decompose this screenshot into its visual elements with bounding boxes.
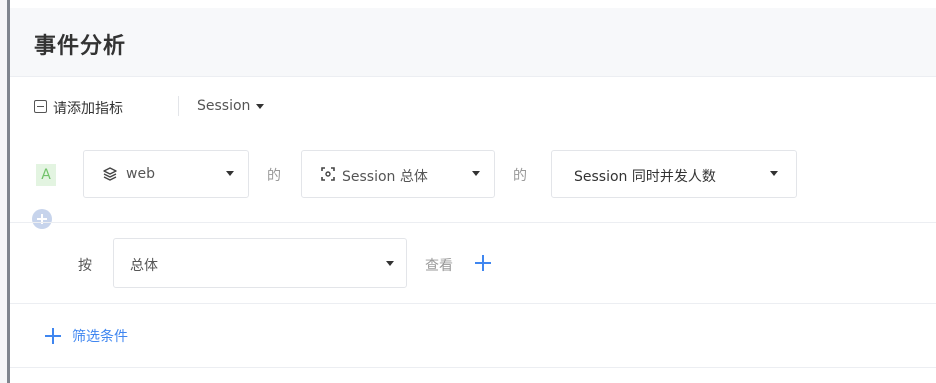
event-analysis-panel: 事件分析 请添加指标 Session A web 的 Session 总体 的 … bbox=[10, 0, 936, 383]
source-select-value: web bbox=[126, 166, 155, 182]
group-by-row: 按 总体 查看 bbox=[10, 238, 936, 288]
chevron-down-icon bbox=[386, 261, 394, 266]
session-dropdown[interactable]: Session bbox=[197, 98, 265, 114]
group-select-value: 总体 bbox=[130, 258, 158, 274]
view-label: 查看 bbox=[425, 258, 453, 274]
add-filter-icon[interactable] bbox=[45, 328, 61, 344]
group-select[interactable]: 总体 bbox=[113, 238, 407, 288]
scan-icon bbox=[321, 167, 335, 181]
left-edge-bar bbox=[0, 0, 10, 383]
chevron-down-icon bbox=[226, 171, 234, 176]
chevron-down-icon bbox=[770, 171, 778, 176]
divider bbox=[10, 303, 936, 304]
page-header: 事件分析 bbox=[10, 8, 936, 77]
group-by-label: 按 bbox=[78, 258, 92, 274]
entity-select-value: Session 总体 bbox=[342, 169, 428, 185]
metric-header-row: 请添加指标 Session bbox=[10, 92, 936, 122]
collapse-icon[interactable] bbox=[34, 100, 47, 113]
filter-condition-link[interactable]: 筛选条件 bbox=[72, 326, 128, 346]
query-row-a: A web 的 Session 总体 的 Session 同时并发人数 bbox=[10, 150, 936, 202]
add-group-icon[interactable] bbox=[475, 255, 491, 271]
connector-text: 的 bbox=[267, 168, 281, 184]
entity-select[interactable]: Session 总体 bbox=[301, 150, 495, 198]
chevron-down-icon bbox=[472, 171, 480, 176]
source-select[interactable]: web bbox=[83, 150, 249, 198]
layers-icon bbox=[103, 167, 117, 181]
session-dropdown-label: Session bbox=[197, 98, 251, 114]
page-title: 事件分析 bbox=[34, 34, 127, 59]
add-metric-icon[interactable] bbox=[32, 209, 52, 229]
add-metric-label[interactable]: 请添加指标 bbox=[53, 98, 123, 118]
filter-row[interactable]: 筛选条件 bbox=[10, 320, 936, 350]
connector-text: 的 bbox=[513, 168, 527, 184]
divider bbox=[10, 367, 936, 368]
metric-select[interactable]: Session 同时并发人数 bbox=[551, 150, 797, 198]
caret-down-icon bbox=[256, 103, 265, 109]
metric-select-value: Session 同时并发人数 bbox=[574, 169, 716, 185]
series-badge: A bbox=[36, 164, 56, 186]
divider bbox=[178, 96, 179, 116]
divider bbox=[10, 222, 936, 223]
